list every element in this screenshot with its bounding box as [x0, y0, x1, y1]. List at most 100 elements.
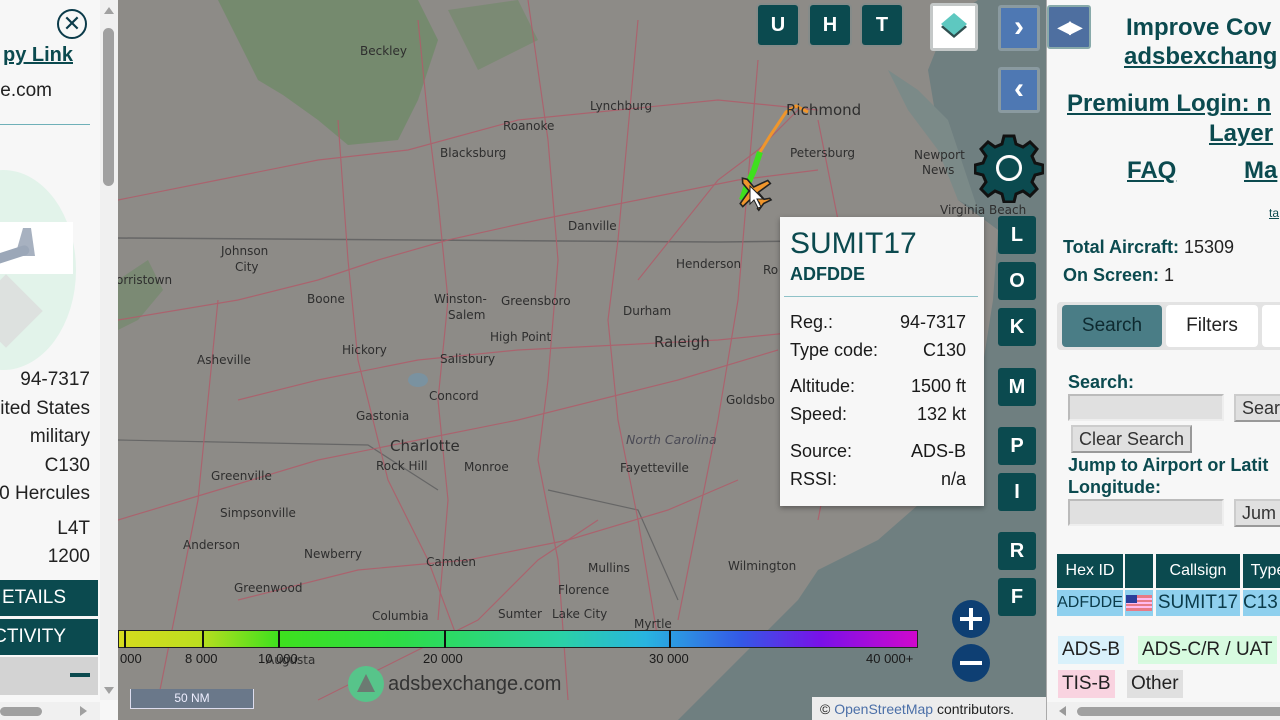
premium-layer-link[interactable]: Layer: [1209, 120, 1273, 148]
vertical-scrollbar[interactable]: [100, 0, 118, 700]
r-button[interactable]: R: [998, 532, 1036, 570]
city-label: Monroe: [464, 460, 509, 474]
cell-hex-id[interactable]: ADFDDE: [1057, 590, 1123, 616]
squawk-value: 1200: [47, 546, 90, 567]
i-button[interactable]: I: [998, 473, 1036, 511]
city-label: Winston-: [434, 292, 487, 306]
h-button[interactable]: H: [810, 5, 850, 45]
scroll-left-icon[interactable]: [1059, 706, 1066, 716]
aircraft-popup[interactable]: SUMIT17 ADFDDE Reg.: 94-7317 Type code: C1…: [780, 217, 984, 506]
lake: [408, 373, 428, 387]
openstreetmap-link[interactable]: OpenStreetMap: [834, 701, 933, 717]
toggle-sidebar-button[interactable]: ◀▶: [1047, 5, 1091, 49]
popup-row-type-code: Type code: C130: [790, 340, 966, 361]
horizontal-scrollbar[interactable]: [0, 702, 100, 720]
map-canvas[interactable]: Beckley Lynchburg Richmond Roanoke Black…: [118, 0, 1046, 720]
search-input[interactable]: [1068, 394, 1224, 421]
legend-label: 40 000+: [866, 651, 914, 666]
city-label: Greenwood: [234, 581, 303, 595]
l-button[interactable]: L: [998, 216, 1036, 254]
label: Total Aircraft:: [1063, 237, 1180, 257]
faq-link[interactable]: FAQ: [1127, 157, 1176, 185]
chevron-left-icon: ‹: [1014, 72, 1024, 105]
tiny-link[interactable]: ta: [1269, 206, 1279, 220]
type-name-value: 0 Hercules: [0, 483, 90, 504]
o-button[interactable]: O: [998, 262, 1036, 300]
city-label: Anderson: [183, 538, 240, 552]
tab-search[interactable]: Search: [1062, 305, 1162, 347]
scrollbar-thumb[interactable]: [0, 707, 42, 716]
f-button[interactable]: F: [998, 578, 1036, 616]
close-icon[interactable]: ✕: [57, 9, 87, 39]
on-screen-count: On Screen: 1: [1063, 265, 1174, 286]
zoom-in-button[interactable]: [952, 600, 990, 638]
adsbexchange-link[interactable]: adsbexchang: [1124, 43, 1277, 71]
next-button[interactable]: ›: [998, 5, 1040, 51]
search-label: Search:: [1068, 372, 1135, 392]
p-button[interactable]: P: [998, 427, 1036, 465]
cell-flag[interactable]: [1125, 590, 1153, 616]
column-header-hex-id[interactable]: Hex ID: [1057, 554, 1123, 588]
type-code-value: C130: [44, 454, 90, 476]
t-button[interactable]: T: [862, 5, 902, 45]
legend-tis-b: TIS-B: [1058, 670, 1115, 698]
label: Speed:: [790, 404, 848, 424]
tab-bar: Search Filters: [1057, 302, 1280, 350]
aircraft-body-graphic: [0, 244, 31, 266]
scroll-up-icon[interactable]: [104, 7, 114, 14]
clear-search-button[interactable]: Clear Search: [1071, 425, 1193, 453]
scrollbar-thumb[interactable]: [1077, 707, 1280, 716]
map-link[interactable]: Ma: [1244, 157, 1277, 185]
column-header-flag[interactable]: [1125, 554, 1153, 588]
legend-label: 8 000: [185, 651, 218, 666]
jump-input[interactable]: [1068, 499, 1224, 526]
map-layers-button[interactable]: [930, 3, 978, 51]
premium-login-link[interactable]: Premium Login: n: [1067, 90, 1271, 118]
horizontal-scrollbar[interactable]: [1047, 702, 1280, 720]
city-label: Hickory: [342, 343, 387, 357]
us-flag-icon: [1126, 595, 1152, 611]
zoom-out-button[interactable]: [952, 644, 990, 682]
m-button[interactable]: M: [998, 368, 1036, 406]
popup-row-registration: Reg.: 94-7317: [790, 312, 966, 333]
collapse-section[interactable]: [0, 657, 98, 695]
total-aircraft: Total Aircraft: 15309: [1063, 237, 1234, 258]
scroll-down-icon[interactable]: [104, 687, 114, 694]
legend-tick: [278, 630, 280, 648]
label: On Screen:: [1063, 265, 1160, 285]
value: 1500 ft: [910, 376, 966, 396]
map-attribution: © OpenStreetMap contributors.: [812, 697, 1046, 720]
activity-section-button[interactable]: CTIVITY: [0, 619, 98, 655]
tab-more[interactable]: [1262, 305, 1280, 347]
jump-button[interactable]: Jum: [1234, 499, 1280, 527]
popup-hex-id: ADFDDE: [790, 264, 865, 284]
details-section-button[interactable]: ETAILS: [0, 580, 98, 616]
city-label: Greensboro: [501, 294, 571, 308]
cell-type[interactable]: C13: [1243, 590, 1280, 616]
city-label: Fayetteville: [620, 461, 689, 475]
layers-icon: [941, 13, 967, 38]
u-button[interactable]: U: [758, 5, 798, 45]
column-header-type[interactable]: Type: [1243, 554, 1280, 588]
previous-button[interactable]: ‹: [998, 67, 1040, 113]
jump-label: Jump to Airport or Latit: [1068, 455, 1269, 475]
search-button[interactable]: Sear: [1234, 394, 1280, 422]
cell-callsign[interactable]: SUMIT17: [1156, 590, 1240, 616]
scrollbar-thumb[interactable]: [103, 28, 114, 186]
copy-link[interactable]: py Link: [3, 44, 73, 67]
k-button[interactable]: K: [998, 308, 1036, 346]
settings-gear-icon[interactable]: [974, 133, 1044, 203]
city-label: Wilmington: [728, 559, 797, 573]
aircraft-photo[interactable]: [0, 222, 73, 274]
label: Reg.:: [790, 312, 834, 332]
divider: [784, 296, 978, 297]
city-label: Lynchburg: [590, 99, 653, 113]
column-header-callsign[interactable]: Callsign: [1156, 554, 1240, 588]
value: 15309: [1179, 237, 1235, 257]
city-label: Salisbury: [440, 352, 496, 366]
scroll-right-icon[interactable]: [80, 706, 87, 716]
adsbexchange-logo-icon: [348, 666, 384, 702]
tab-filters[interactable]: Filters: [1166, 305, 1258, 347]
popup-row-altitude: Altitude: 1500 ft: [790, 376, 966, 397]
city-label: Simpsonville: [220, 506, 296, 520]
